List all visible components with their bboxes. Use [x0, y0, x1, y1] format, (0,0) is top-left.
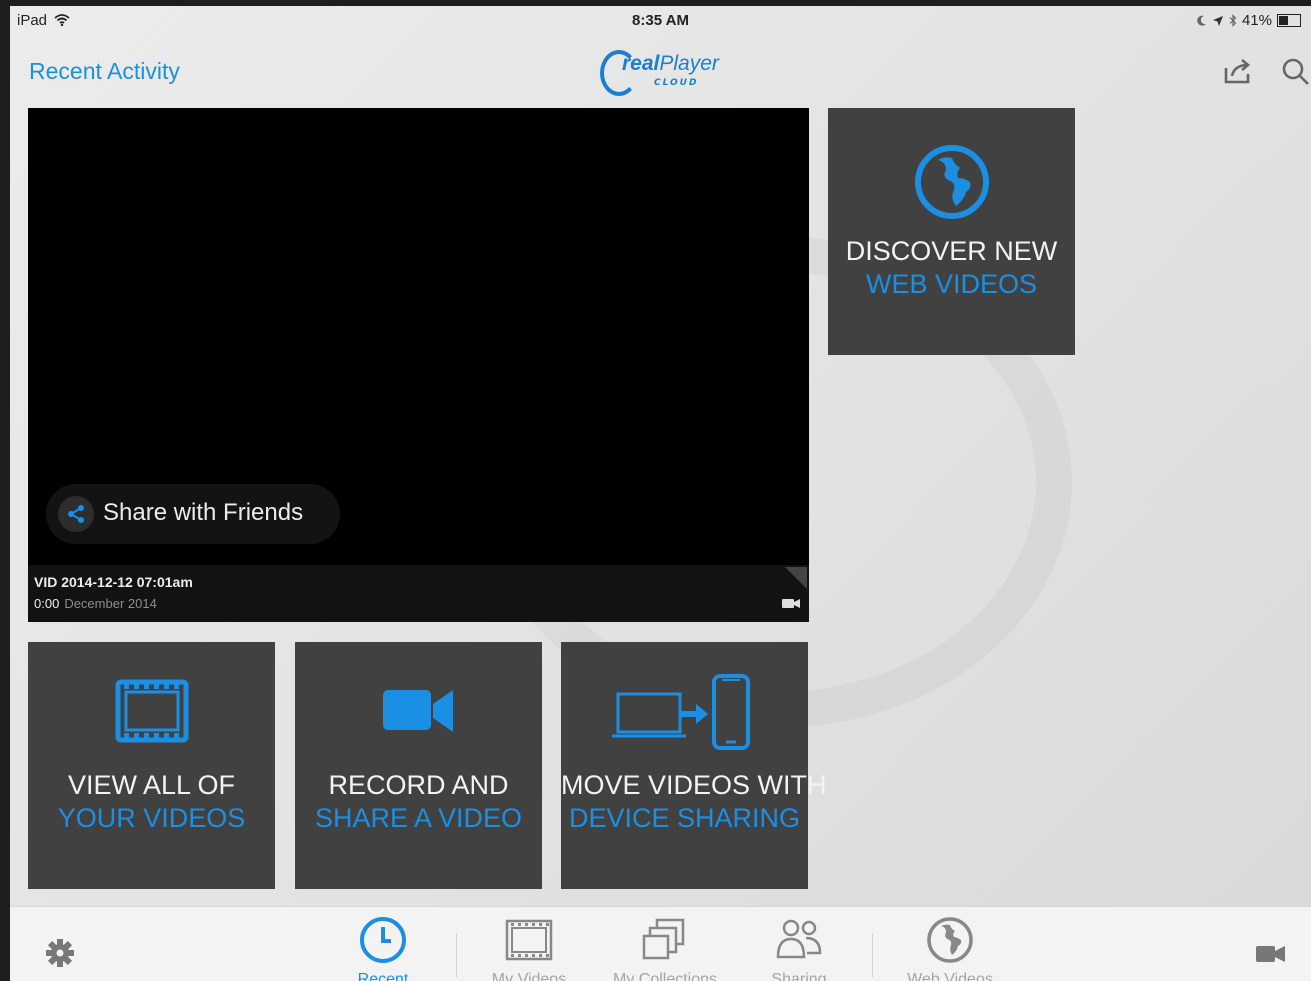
- film-icon: [115, 679, 188, 743]
- people-icon: [776, 919, 822, 959]
- search-button[interactable]: [1278, 54, 1311, 90]
- tile-icon-wrap: [561, 672, 808, 752]
- view-all-line1: VIEW ALL OF: [67, 770, 236, 800]
- share-icon: [58, 496, 94, 532]
- view-all-videos-tile[interactable]: VIEW ALL OF YOUR VIDEOS: [28, 642, 275, 889]
- realplayer-cloud-logo: realPlayer CLOUD: [600, 50, 750, 100]
- tab-recent[interactable]: Recent: [318, 915, 448, 981]
- logo-real-text: real: [622, 52, 660, 75]
- record-share-video-tile[interactable]: RECORD AND SHARE A VIDEO: [295, 642, 542, 889]
- move-line2: DEVICE SHARING: [568, 803, 801, 833]
- move-line1: MOVE VIDEOS WITH: [561, 770, 827, 800]
- video-title: VID 2014-12-12 07:01am: [34, 574, 193, 590]
- tile-icon-wrap: [828, 142, 1075, 222]
- film-icon: [505, 919, 553, 961]
- view-all-line2: YOUR VIDEOS: [57, 803, 246, 833]
- record-line1: RECORD AND: [328, 770, 509, 800]
- settings-gear-icon[interactable]: [43, 936, 77, 970]
- corner-flag-icon: [785, 567, 807, 589]
- video-camera-icon[interactable]: [1254, 941, 1288, 967]
- video-date: December 2014: [64, 596, 157, 611]
- app-screen: iPad 8:35 AM 41% Recent Activity realPla…: [10, 6, 1311, 981]
- battery-percent: 41%: [1241, 12, 1272, 29]
- tab-my-collections-label: My Collections: [612, 971, 718, 981]
- tab-my-videos-label: My Videos: [491, 971, 567, 981]
- tab-my-videos[interactable]: My Videos: [464, 915, 594, 981]
- status-bar: iPad 8:35 AM 41%: [10, 6, 1311, 34]
- status-right: 41%: [1196, 12, 1301, 29]
- share-label: Share with Friends: [103, 499, 304, 526]
- globe-icon: [914, 145, 989, 219]
- share-with-friends-button[interactable]: Share with Friends: [46, 484, 340, 544]
- video-meta-line: 0:00 December 2014: [34, 596, 157, 611]
- globe-icon: [927, 917, 973, 963]
- tile-icon-wrap: [28, 676, 275, 756]
- tab-recent-label: Recent: [357, 971, 409, 981]
- tab-sharing-label: Sharing: [771, 971, 827, 981]
- collections-icon: [642, 918, 685, 960]
- search-icon: [1282, 58, 1309, 85]
- logo-player-text: Player: [659, 52, 719, 75]
- discover-web-videos-tile[interactable]: DISCOVER NEW WEB VIDEOS: [828, 108, 1075, 355]
- tab-web-videos[interactable]: Web Videos: [885, 915, 1015, 981]
- tab-web-videos-label: Web Videos: [907, 971, 993, 981]
- recent-video-player[interactable]: Share with Friends VID 2014-12-12 07:01a…: [28, 108, 809, 622]
- tab-divider: [456, 933, 457, 977]
- moon-icon: [1197, 15, 1206, 26]
- share-export-icon: [1224, 59, 1251, 84]
- discover-line2: WEB VIDEOS: [865, 269, 1038, 299]
- tile-icon-wrap: [295, 676, 542, 756]
- share-export-button[interactable]: [1220, 54, 1256, 90]
- discover-line1: DISCOVER NEW: [845, 236, 1058, 266]
- tab-my-collections[interactable]: My Collections: [600, 915, 730, 981]
- location-icon: [1212, 15, 1223, 26]
- share-glyph: [68, 505, 84, 523]
- bluetooth-icon: [1229, 14, 1237, 27]
- logo-text: realPlayer: [622, 52, 719, 76]
- logo-cloud-text: CLOUD: [654, 78, 699, 88]
- battery-icon: [1277, 14, 1301, 27]
- device-transfer-icon: [611, 674, 750, 750]
- status-time: 8:35 AM: [632, 12, 689, 29]
- clock-icon: [360, 917, 406, 963]
- tab-sharing[interactable]: Sharing: [734, 915, 864, 981]
- tab-bar: Recent My Videos My Collections Sharing …: [10, 906, 1311, 981]
- record-line2: SHARE A VIDEO: [314, 803, 523, 833]
- video-camera-small-icon: [782, 599, 800, 608]
- video-duration: 0:00: [34, 596, 60, 611]
- recent-activity-link[interactable]: Recent Activity: [29, 58, 180, 85]
- device-sharing-tile[interactable]: MOVE VIDEOS WITH DEVICE SHARING: [561, 642, 827, 889]
- video-camera-icon: [382, 690, 453, 732]
- tab-divider: [872, 933, 873, 977]
- video-info-bar: VID 2014-12-12 07:01am 0:00 December 2014: [28, 565, 809, 622]
- nav-bar: Recent Activity realPlayer CLOUD: [10, 36, 1311, 106]
